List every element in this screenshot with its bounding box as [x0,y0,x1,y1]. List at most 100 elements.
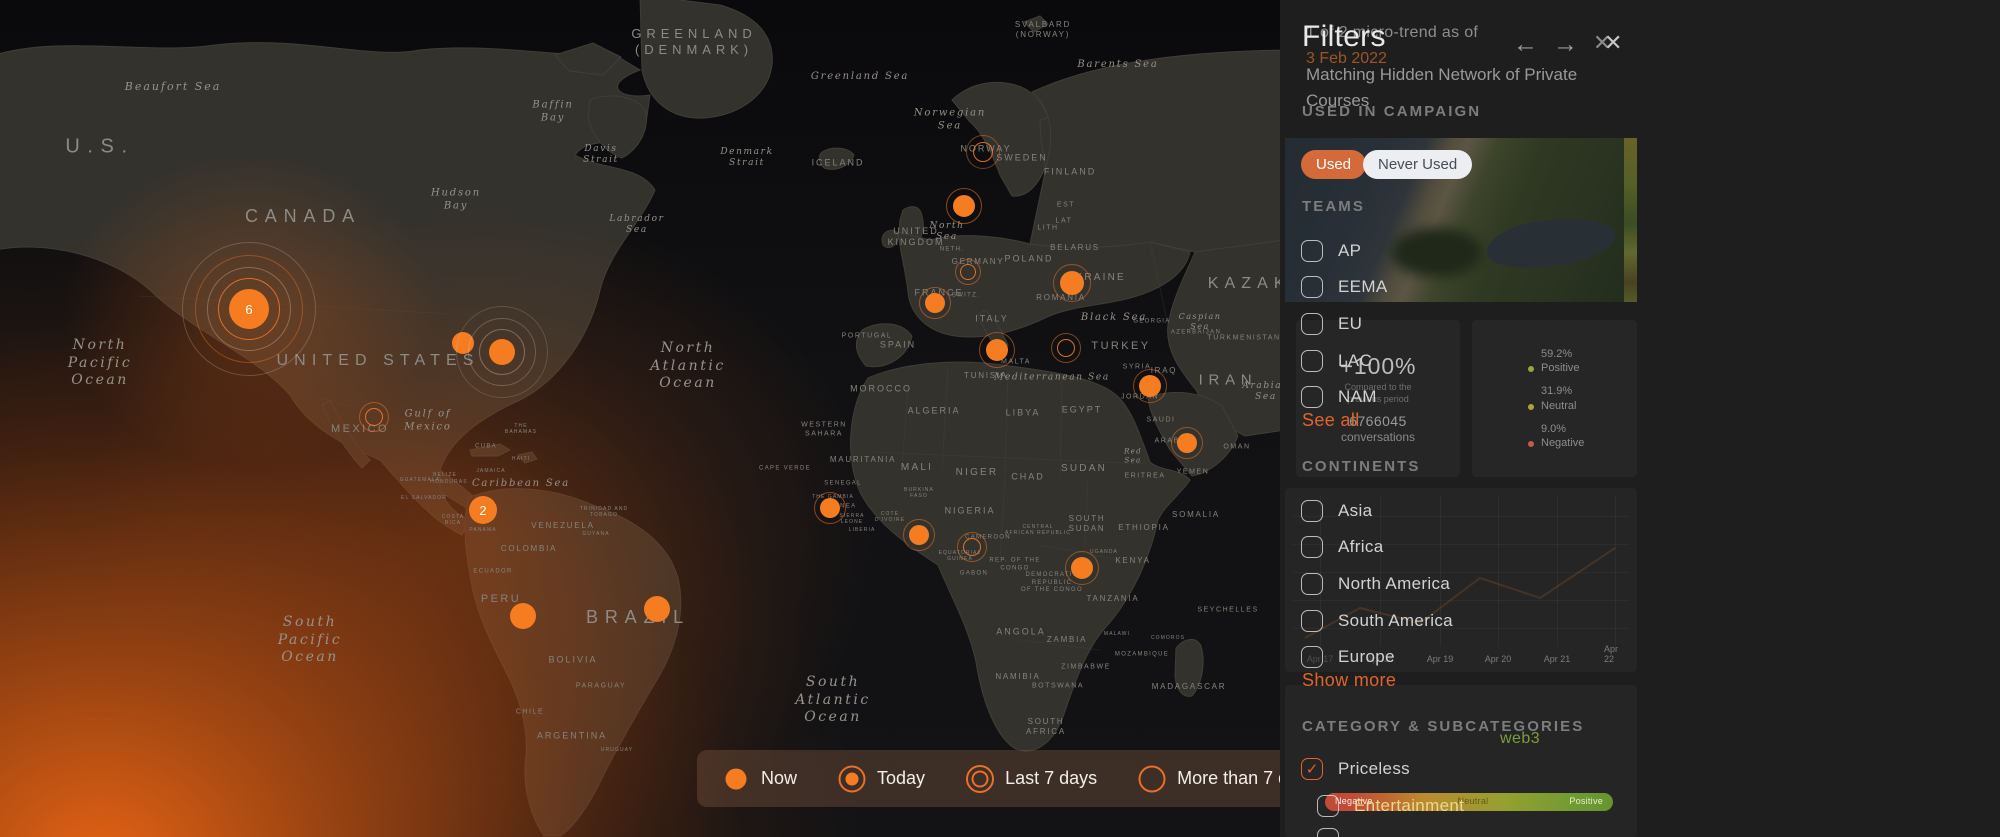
checkbox-label: Europe [1338,647,1395,666]
checkbox[interactable] [1301,573,1323,595]
checkbox[interactable] [1317,828,1339,837]
marker-dot [1060,271,1084,295]
sentiment-stat-card: 59.2% Positive 31.9% Neutral 9.0% Negative [1472,320,1637,477]
checkbox-label: South America [1338,611,1453,630]
legend-item-now: Now [723,766,797,792]
continent-checkbox-north-america[interactable]: North America [1301,573,1450,595]
used-toggle-button[interactable]: Used [1301,150,1367,179]
volume-caption: conversations [1340,429,1416,444]
legend-label: Last 7 days [1005,768,1098,788]
right-panel: 1 of 2 micro-trend as of 3 Feb 2022 ← → … [1280,0,2000,837]
marker-ring [955,259,981,285]
marker-ring [359,402,389,432]
chart-gridline [1293,600,1629,601]
sentiment-row-neutral: 31.9% Neutral [1528,384,1637,413]
checkbox[interactable] [1301,386,1323,408]
checkbox-label: Asia [1338,501,1373,520]
checkbox-label: NAM [1338,387,1377,406]
older-marker-icon [1138,765,1166,792]
category-checkbox-entertainment[interactable]: Entertainment [1317,795,1464,817]
chart-date-label: Apr 19 [1426,654,1454,664]
sentiment-dot [1528,441,1534,448]
checkbox[interactable] [1301,646,1323,668]
section-teams: TEAMS [1302,198,1365,215]
continent-checkbox-europe[interactable]: Europe [1301,646,1395,668]
filters-title: Filters [1302,20,1386,53]
sentiment-dot [1528,366,1534,373]
chart-gridline [1615,496,1616,646]
legend-item-today: Today [838,765,926,792]
legend-item-week: Last 7 days [966,764,1098,793]
sentiment-row-negative: 9.0% Negative [1528,422,1637,451]
marker-dot: 6 [229,289,269,329]
week-marker-icon [966,764,995,793]
legend-label: Today [877,768,926,788]
prev-trend-arrow-icon[interactable]: ← [1513,30,1538,59]
continent-checkbox-africa[interactable]: Africa [1301,536,1384,558]
team-checkbox-eema[interactable]: EEMA [1301,276,1388,298]
checkbox[interactable] [1301,313,1323,335]
map-landmasses [0,0,1280,837]
team-checkbox-ap[interactable]: AP [1301,240,1361,262]
checkbox-row-clipped[interactable] [1317,828,1339,837]
checkbox[interactable] [1301,276,1323,298]
marker-dot [909,525,929,545]
sentiment-value: 31.9% Neutral [1541,385,1577,412]
marker-dot: 2 [469,496,497,524]
team-checkbox-nam[interactable]: NAM [1301,386,1377,408]
chart-date-label: Apr 21 [1543,654,1571,664]
checkbox-label: EU [1338,314,1363,333]
checkbox[interactable] [1301,500,1323,522]
marker-dot [953,195,975,217]
bar-positive-label: Positive [1569,796,1603,806]
checkbox[interactable] [1301,240,1323,262]
marker-ring [966,135,1000,169]
sentiment-dot [1528,403,1534,410]
checkbox[interactable] [1301,350,1323,372]
chart-date-label: Apr 20 [1484,654,1512,664]
sentiment-row-positive: 59.2% Positive [1528,347,1637,376]
filters-close-icon[interactable]: ✕ [1604,30,1622,56]
continent-checkbox-asia[interactable]: Asia [1301,500,1372,522]
sentiment-value: 59.2% Positive [1541,347,1580,374]
checkbox-label: AP [1338,241,1362,260]
marker-dot [1139,375,1161,397]
checkbox-label: Africa [1338,537,1384,556]
continent-checkbox-south-america[interactable]: South America [1301,610,1453,632]
legend-label: Now [761,768,798,788]
marker-dot [1177,433,1197,453]
checkbox-label: EEMA [1338,277,1388,296]
marker-dot [644,596,670,622]
sentiment-value: 9.0% Negative [1541,422,1585,450]
marker-dot [925,293,945,313]
section-continents: CONTINENTS [1302,458,1421,475]
next-trend-arrow-icon[interactable]: → [1553,30,1578,59]
continents-show-more-link[interactable]: Show more [1302,670,1396,691]
marker-dot [820,498,840,518]
checkbox[interactable] [1301,610,1323,632]
marker-dot [1071,557,1093,579]
chart-gridline [1557,496,1558,646]
map-legend-items: Now Today Last 7 days More than 7 days ago [723,764,1351,793]
checkbox-checked[interactable]: ✓ [1301,758,1323,780]
map-legend: Now Today Last 7 days More than 7 days ago [697,750,1351,807]
marker-ring [1051,333,1081,363]
checkbox[interactable] [1301,536,1323,558]
team-checkbox-lac[interactable]: LAC [1301,350,1372,372]
today-marker-icon [838,765,866,792]
section-categories: CATEGORY & SUBCATEGORIES [1302,718,1585,735]
never-used-toggle-button[interactable]: Never Used [1363,150,1473,179]
checkbox[interactable] [1317,795,1339,817]
now-marker-icon [723,766,749,792]
marker-dot [510,603,536,629]
team-checkbox-eu[interactable]: EU [1301,313,1362,335]
chart-gridline [1498,496,1499,646]
marker-dot [986,339,1008,361]
marker-dot [489,339,515,365]
checkbox-label: Priceless [1338,759,1411,778]
checkbox-label: North America [1338,574,1451,593]
chart-date-label: Apr 22 [1604,644,1619,664]
checkbox-label: Entertainment [1354,796,1465,815]
teams-see-all-link[interactable]: See all [1302,410,1360,431]
category-checkbox-priceless[interactable]: ✓ Priceless [1301,758,1410,780]
